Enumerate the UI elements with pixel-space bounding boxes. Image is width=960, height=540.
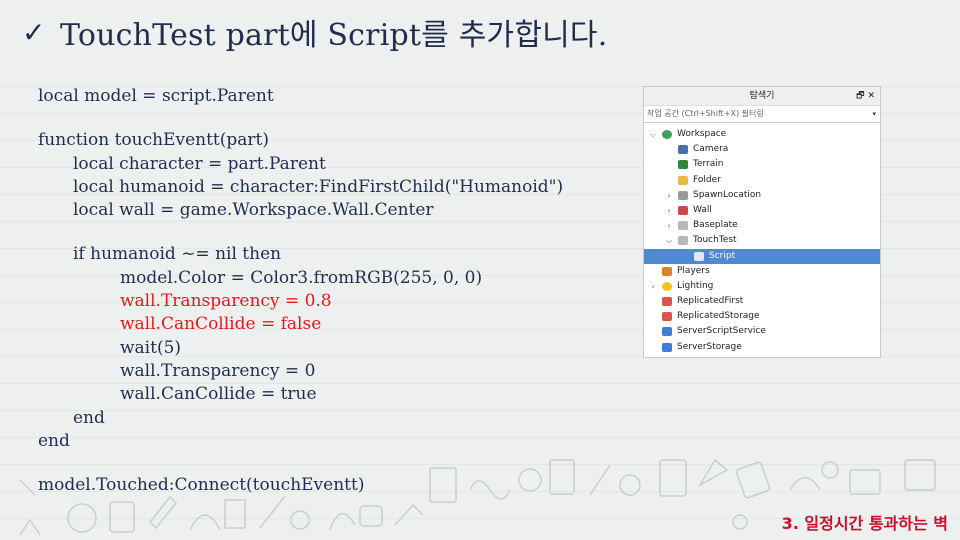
script-icon bbox=[694, 251, 704, 261]
tree-item[interactable]: › SpawnLocation bbox=[644, 188, 880, 203]
code-line: model.Touched:Connect(touchEventt) bbox=[38, 475, 365, 496]
tree-item-label: ReplicatedFirst bbox=[677, 296, 744, 307]
model-icon bbox=[678, 205, 688, 215]
tree-item[interactable]: › Wall bbox=[644, 203, 880, 218]
code-line: local wall = game.Workspace.Wall.Center bbox=[73, 200, 434, 221]
tree-item-label: Baseplate bbox=[693, 220, 738, 231]
window-controls[interactable]: 🗗 ✕ bbox=[856, 87, 875, 105]
code-line: wall.Transparency = 0 bbox=[120, 360, 316, 381]
tree-item-label: Camera bbox=[693, 144, 729, 155]
globe-icon bbox=[662, 130, 672, 139]
replicated-first-icon bbox=[662, 297, 672, 307]
filter-placeholder: 작업 공간 (Ctrl+Shift+X) 필터링 bbox=[647, 109, 764, 118]
tree-item[interactable]: ServerStorage bbox=[644, 340, 880, 355]
expander-icon[interactable]: ⌵ bbox=[648, 127, 658, 142]
tree-item[interactable]: Script bbox=[644, 248, 880, 264]
explorer-header: 탐색기 🗗 ✕ bbox=[644, 87, 880, 106]
code-line: model.Color = Color3.fromRGB(255, 0, 0) bbox=[120, 267, 483, 288]
expander-icon[interactable]: › bbox=[664, 188, 674, 203]
expander-icon[interactable]: › bbox=[664, 203, 674, 218]
server-storage-icon bbox=[662, 342, 672, 352]
explorer-title: 탐색기 bbox=[749, 91, 775, 101]
tree-item-label: ServerStorage bbox=[677, 341, 742, 352]
slide-title: TouchTest part에 Script를 추가합니다. bbox=[60, 18, 608, 53]
code-line: end bbox=[38, 430, 70, 451]
tree-item-label: Script bbox=[709, 250, 736, 261]
code-line-highlighted: wall.Transparency = 0.8 bbox=[120, 291, 332, 312]
part-icon bbox=[678, 221, 688, 231]
checkmark-icon: ✓ bbox=[22, 15, 46, 49]
code-line: local character = part.Parent bbox=[73, 153, 326, 174]
footer-caption: 3. 일정시간 통과하는 벽 bbox=[781, 514, 948, 533]
tree-item-label: Terrain bbox=[693, 159, 724, 170]
code-line: wait(5) bbox=[120, 337, 182, 358]
tree-item[interactable]: Folder bbox=[644, 173, 880, 188]
code-line: function touchEventt(part) bbox=[38, 130, 269, 151]
server-script-icon bbox=[662, 327, 672, 337]
folder-icon bbox=[678, 175, 688, 185]
code-line: local humanoid = character:FindFirstChil… bbox=[73, 176, 564, 197]
tree-item-label: SpawnLocation bbox=[693, 189, 762, 200]
chevron-down-icon[interactable]: ▾ bbox=[872, 106, 876, 122]
tree-item-label: Wall bbox=[693, 204, 712, 215]
part-icon bbox=[678, 236, 688, 246]
replicated-storage-icon bbox=[662, 312, 672, 322]
code-line-highlighted: wall.CanCollide = false bbox=[120, 314, 322, 335]
code-line: wall.CanCollide = true bbox=[120, 384, 317, 405]
explorer-filter-input[interactable]: 작업 공간 (Ctrl+Shift+X) 필터링 ▾ bbox=[644, 106, 880, 123]
explorer-tree: ⌵ Workspace Camera Terrain Folder › SpawnLocat… bbox=[644, 123, 880, 355]
tree-item-label: Lighting bbox=[677, 280, 714, 291]
tree-item[interactable]: ServerScriptService bbox=[644, 324, 880, 339]
code-line: end bbox=[73, 407, 105, 428]
tree-item[interactable]: ReplicatedStorage bbox=[644, 309, 880, 324]
tree-item[interactable]: › Lighting bbox=[644, 279, 880, 294]
tree-item[interactable]: Terrain bbox=[644, 157, 880, 172]
tree-item-label: ReplicatedStorage bbox=[677, 311, 760, 322]
tree-item[interactable]: ReplicatedFirst bbox=[644, 294, 880, 309]
spawn-icon bbox=[678, 190, 688, 200]
code-block: local model = script.Parent function tou… bbox=[38, 85, 563, 497]
players-icon bbox=[662, 266, 672, 276]
tree-item-label: Workspace bbox=[677, 129, 727, 139]
terrain-icon bbox=[678, 160, 688, 170]
code-line: local model = script.Parent bbox=[38, 86, 274, 106]
tree-item[interactable]: Camera bbox=[644, 142, 880, 157]
tree-item-label: TouchTest bbox=[693, 235, 737, 246]
expander-icon[interactable]: › bbox=[648, 279, 658, 294]
slide-title-row: ✓ TouchTest part에 Script를 추가합니다. bbox=[22, 10, 607, 54]
tree-item-label: ServerScriptService bbox=[677, 326, 766, 337]
expander-icon[interactable]: ⌵ bbox=[664, 233, 674, 248]
expander-icon[interactable]: › bbox=[664, 218, 674, 233]
tree-item[interactable]: ⌵ Workspace bbox=[644, 127, 880, 142]
code-line: if humanoid ~= nil then bbox=[73, 244, 282, 265]
tree-item[interactable]: Players bbox=[644, 264, 880, 279]
tree-item-label: Folder bbox=[693, 174, 721, 185]
tree-item[interactable]: › Baseplate bbox=[644, 218, 880, 233]
explorer-panel: 탐색기 🗗 ✕ 작업 공간 (Ctrl+Shift+X) 필터링 ▾ ⌵ Work… bbox=[643, 86, 881, 358]
camera-icon bbox=[678, 145, 688, 155]
lightbulb-icon bbox=[662, 281, 672, 291]
tree-item[interactable]: ⌵ TouchTest bbox=[644, 233, 880, 248]
tree-item-label: Players bbox=[677, 265, 710, 276]
